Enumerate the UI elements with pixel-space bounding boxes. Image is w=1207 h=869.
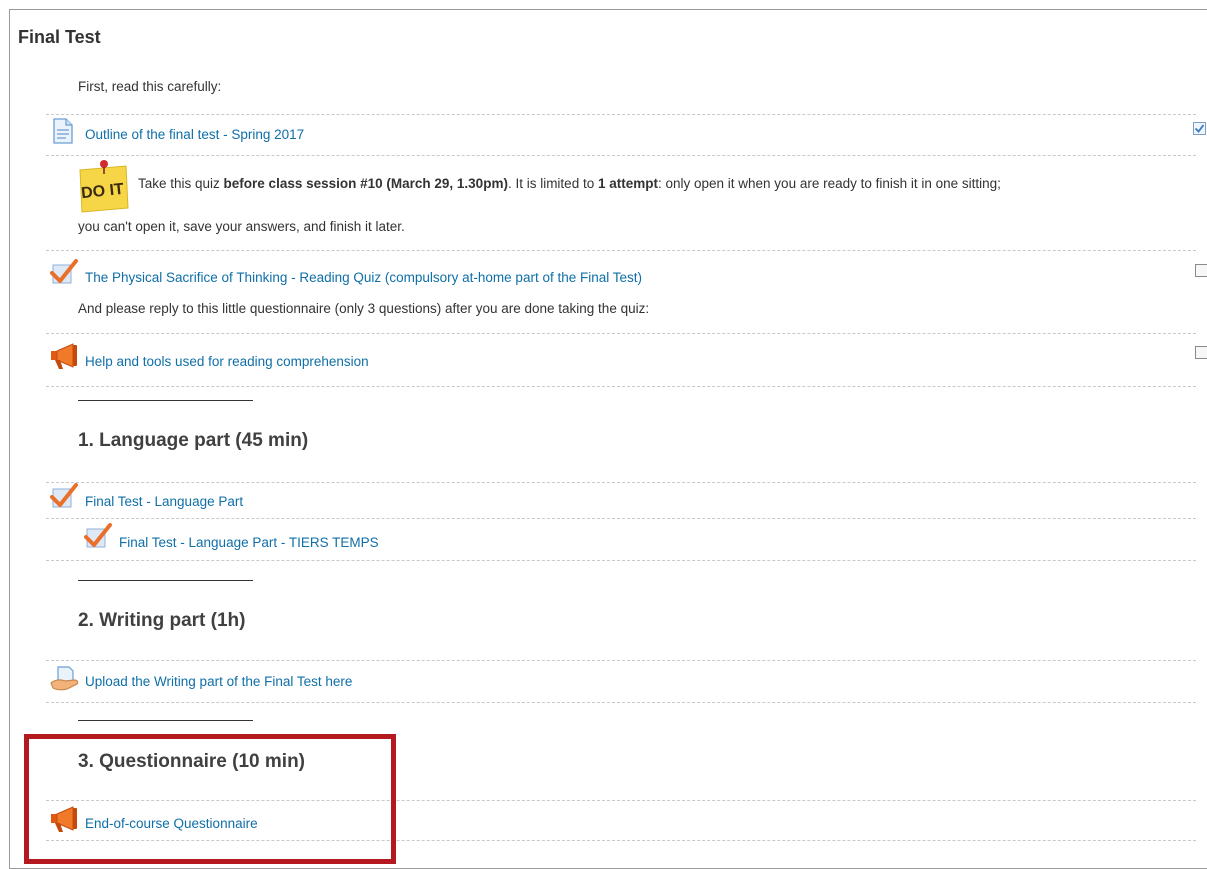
upload-writing-link[interactable]: Upload the Writing part of the Final Tes… [85,674,352,689]
doit-text-1: Take this quiz [138,176,224,191]
doit-text-3: : only open it when you are ready to fin… [657,176,1001,191]
divider [46,518,1196,519]
divider [46,333,1196,334]
language-heading: 1. Language part (45 min) [78,430,309,451]
outline-link[interactable]: Outline of the final test - Spring 2017 [85,127,304,142]
divider [46,386,1196,387]
language-tiers-temps-link[interactable]: Final Test - Language Part - TIERS TEMPS [119,535,379,550]
intro-text: First, read this carefully: [78,79,222,94]
completion-checkbox-icon[interactable] [1193,122,1206,135]
divider [46,250,1196,251]
checkmark-quiz-icon [84,523,112,549]
completion-checkbox-icon[interactable] [1195,264,1207,277]
separator-rule [78,580,253,581]
checkmark-quiz-icon [50,483,78,509]
writing-heading: 2. Writing part (1h) [78,610,246,631]
separator-rule [78,720,253,721]
doit-text-2: . It is limited to [507,176,598,191]
sticky-note-icon: DO IT [74,158,132,214]
megaphone-icon [49,342,81,370]
section-title: Final Test [18,27,101,47]
language-part-link[interactable]: Final Test - Language Part [85,494,243,509]
reading-quiz-link[interactable]: The Physical Sacrifice of Thinking - Rea… [85,270,642,285]
doit-attempts: 1 attempt [597,176,658,191]
doit-instruction-line2: you can't open it, save your answers, an… [78,219,405,234]
hand-upload-icon [49,665,81,693]
divider [46,155,1196,156]
highlight-annotation-box [24,734,396,864]
completion-checkbox-icon[interactable] [1195,346,1207,359]
checkmark-quiz-icon [50,259,78,285]
separator-rule [78,400,253,401]
doit-deadline: before class session #10 (March 29, 1.30… [223,176,508,191]
questionnaire-note: And please reply to this little question… [78,301,650,316]
divider [46,702,1196,703]
divider [46,660,1196,661]
divider [46,482,1196,483]
doit-instruction: Take this quiz before class session #10 … [138,176,1001,191]
page-icon [52,118,74,144]
help-tools-link[interactable]: Help and tools used for reading comprehe… [85,354,369,369]
divider [46,114,1196,115]
divider [46,560,1196,561]
